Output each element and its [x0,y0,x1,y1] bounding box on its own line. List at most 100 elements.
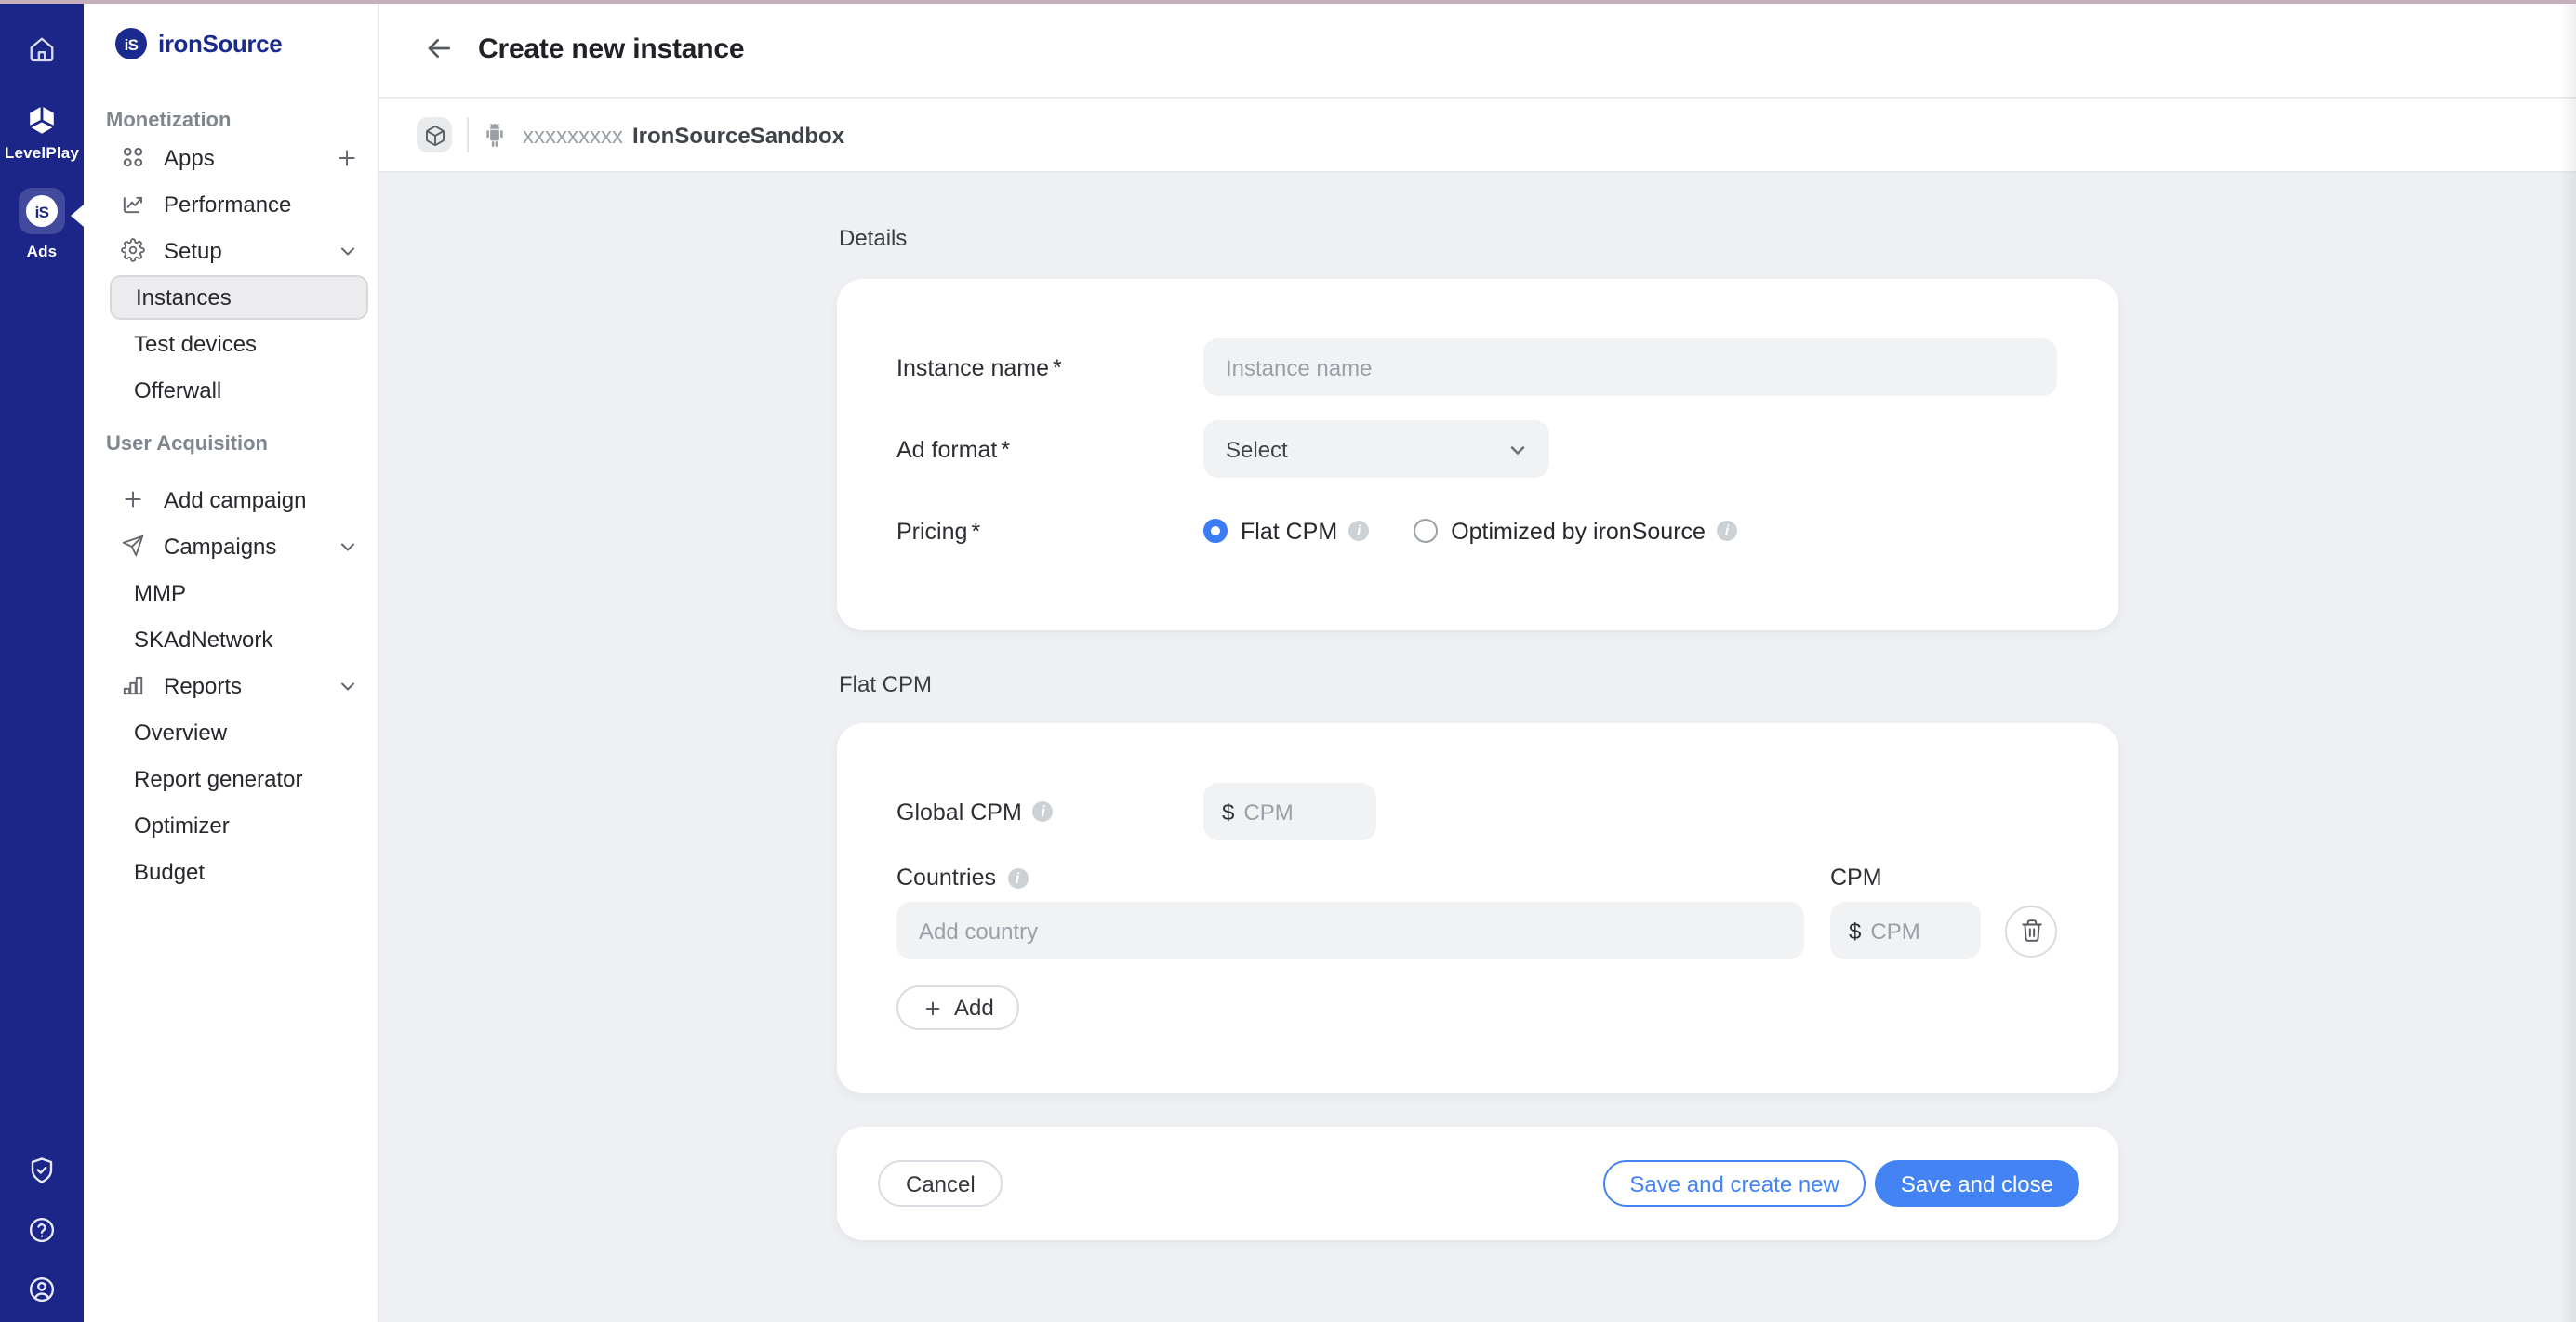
sidebar-item-budget[interactable]: Budget [84,848,378,894]
sidebar-nav: Monetization Apps Performance [84,108,378,894]
rail-app-levelplay[interactable]: LevelPlay [0,104,84,162]
apps-grid-icon [121,145,145,169]
info-icon[interactable]: i [1033,801,1054,822]
save-and-close-button[interactable]: Save and close [1875,1160,2079,1207]
ad-format-select-value: Select [1226,436,1288,462]
home-icon[interactable] [28,35,56,63]
nav-section-monetization: Monetization [84,108,378,134]
add-country-input[interactable] [896,902,1804,959]
sidebar-item-overview[interactable]: Overview [84,708,378,755]
sidebar-item-add-campaign[interactable]: Add campaign [84,476,378,522]
unity-levelplay-icon [26,104,58,136]
radio-unselected-icon[interactable] [1414,519,1438,543]
add-country-row-button[interactable]: Add [896,985,1020,1030]
plus-icon [121,487,145,511]
country-cpm-input[interactable]: $ [1830,902,1981,959]
instance-name-field[interactable] [1226,354,2035,380]
sidebar-item-apps[interactable]: Apps [84,134,378,180]
global-cpm-label: Global CPM i [896,799,1203,825]
ironsource-logo-icon: iS [115,28,147,59]
main-area: Create new instance xxxxxxxxx IronSource… [379,0,2576,1322]
flat-cpm-card: Global CPM i $ Countries i CP [837,723,2118,1093]
ad-format-label: Ad format* [896,436,1203,462]
performance-chart-icon [121,192,145,216]
app-rail: LevelPlay iS Ads [0,0,84,1322]
pricing-radio-group: Flat CPM i Optimized by ironSource i [1203,518,1737,544]
sidebar-item-performance[interactable]: Performance [84,180,378,227]
sidebar-item-test-devices[interactable]: Test devices [84,320,378,366]
chevron-down-icon [1507,438,1529,460]
global-cpm-row: Global CPM i $ [896,783,2057,840]
sidebar-item-mmp[interactable]: MMP [84,569,378,615]
window-top-border [0,0,2576,4]
currency-symbol: $ [1849,918,1861,944]
country-cpm-row: $ [896,902,2057,959]
ironsource-logo-text: ironSource [158,30,282,58]
app-id-masked: xxxxxxxxx [523,122,623,148]
sidebar-item-instances[interactable]: Instances [110,275,368,320]
global-cpm-field[interactable] [1243,799,1358,825]
sidebar-item-skadnetwork[interactable]: SKAdNetwork [84,615,378,662]
cancel-button[interactable]: Cancel [878,1160,1003,1207]
sidebar: iS ironSource Monetization Apps Performa… [84,0,379,1322]
plus-icon [923,998,943,1018]
ironsource-logo[interactable]: iS ironSource [84,0,378,87]
info-icon[interactable]: i [1007,867,1028,888]
ad-format-row: Ad format* Select [896,420,2057,478]
app-window: LevelPlay iS Ads iS ironSource Monetizat… [0,0,2576,1322]
scrollbar-track [2559,0,2576,1322]
currency-symbol: $ [1222,799,1234,825]
sidebar-item-campaigns[interactable]: Campaigns [84,522,378,569]
gear-icon [121,238,145,262]
sidebar-item-offerwall[interactable]: Offerwall [84,366,378,413]
pricing-row: Pricing* Flat CPM i Optimized by ironSou… [896,502,2057,560]
chevron-down-icon [337,239,359,261]
info-icon[interactable]: i [1717,521,1737,541]
app-name: IronSourceSandbox [632,122,844,148]
rail-app-label: LevelPlay [5,143,79,162]
sidebar-item-reports[interactable]: Reports [84,662,378,708]
country-cpm-field[interactable] [1870,918,1962,944]
sidebar-item-label: Setup [164,237,222,263]
sidebar-item-report-generator[interactable]: Report generator [84,755,378,801]
app-context-bar: xxxxxxxxx IronSourceSandbox [379,99,2576,173]
account-icon[interactable] [28,1276,56,1303]
ad-format-select[interactable]: Select [1203,420,1549,478]
add-country-field[interactable] [919,918,1782,944]
sidebar-item-setup[interactable]: Setup [84,227,378,273]
page-title: Create new instance [478,33,744,64]
cpm-column-label: CPM [1830,865,1882,891]
section-label-flat-cpm: Flat CPM [839,671,2118,697]
pricing-option-flat-cpm[interactable]: Flat CPM i [1203,518,1369,544]
details-card: Instance name* Ad format* Select [837,279,2118,630]
selected-app-notch [71,205,84,227]
ironsource-ads-icon: iS [19,188,65,234]
save-and-create-new-button[interactable]: Save and create new [1603,1160,1866,1207]
nav-section-user-acquisition: User Acquisition [84,431,378,457]
instance-name-row: Instance name* [896,338,2057,396]
privacy-shield-icon[interactable] [28,1157,56,1184]
page-content: Details Instance name* Ad format* [379,173,2576,1322]
pricing-option-optimized[interactable]: Optimized by ironSource i [1414,518,1737,544]
section-label-details: Details [839,225,2118,251]
delete-row-button[interactable] [2005,905,2057,957]
sidebar-item-label: Apps [164,144,215,170]
sidebar-item-label: Campaigns [164,533,276,559]
help-icon[interactable] [28,1216,56,1244]
page-header: Create new instance [379,0,2576,99]
instance-name-label: Instance name* [896,354,1203,380]
sidebar-item-optimizer[interactable]: Optimizer [84,801,378,848]
instance-name-input[interactable] [1203,338,2057,396]
divider [467,117,469,152]
android-platform-icon [482,120,508,150]
back-button[interactable] [417,26,461,71]
radio-selected-icon[interactable] [1203,519,1228,543]
sidebar-item-label: Add campaign [164,486,306,512]
rail-app-label: Ads [27,242,58,260]
bar-chart-icon [121,673,145,697]
info-icon[interactable]: i [1348,521,1369,541]
add-app-button[interactable] [335,145,359,169]
form-actions-bar: Cancel Save and create new Save and clos… [837,1127,2118,1240]
global-cpm-input[interactable]: $ [1203,783,1376,840]
chevron-down-icon [337,535,359,557]
